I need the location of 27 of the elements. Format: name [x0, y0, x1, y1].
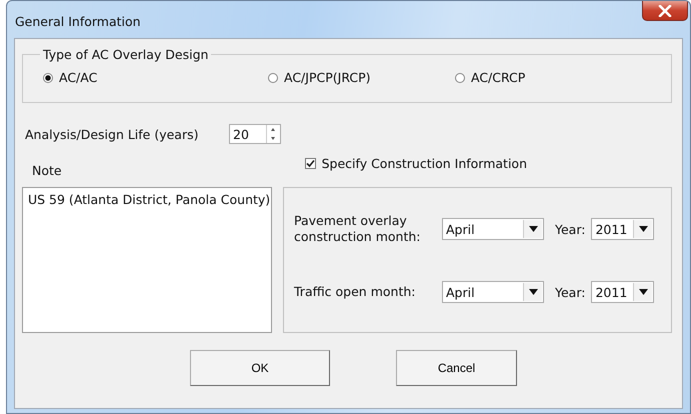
month-label: Traffic open month:	[294, 284, 416, 300]
radio-option[interactable]: AC/CRCP	[455, 70, 526, 85]
check-icon	[306, 158, 315, 168]
group-title: Type of AC Overlay Design	[42, 47, 210, 62]
radio-option[interactable]: AC/AC	[43, 70, 268, 85]
month-label: Pavement overlay construction month:	[294, 213, 422, 245]
close-icon	[658, 4, 672, 16]
year-label: Year:	[555, 222, 586, 236]
note-label: Note	[32, 163, 62, 180]
construction-checkbox[interactable]: Specify Construction Information	[304, 155, 527, 171]
year-dropdown[interactable]: 2011	[591, 281, 654, 303]
month-dropdown[interactable]: April	[442, 281, 544, 303]
dropdown-arrow-icon[interactable]	[528, 289, 538, 295]
design-life-spinner[interactable]: 20	[229, 124, 281, 144]
dropdown-arrow-icon[interactable]	[638, 289, 648, 295]
dialog-button[interactable]: OK	[190, 350, 330, 386]
month-dropdown[interactable]: April	[442, 218, 544, 240]
note-field[interactable]: US 59 (Atlanta District, Panola County)	[22, 187, 272, 333]
window-title: General Information	[15, 14, 141, 29]
close-button[interactable]	[642, 1, 688, 21]
radio-option[interactable]: AC/JPCP(JRCP)	[268, 70, 455, 85]
year-label: Year:	[555, 284, 586, 300]
dropdown-arrow-icon[interactable]	[528, 226, 538, 232]
dropdown-arrow-icon[interactable]	[638, 226, 648, 232]
design-life-label: Analysis/Design Life (years)	[25, 126, 200, 142]
year-dropdown[interactable]: 2011	[591, 218, 654, 240]
dialog-button[interactable]: Cancel	[396, 350, 517, 386]
